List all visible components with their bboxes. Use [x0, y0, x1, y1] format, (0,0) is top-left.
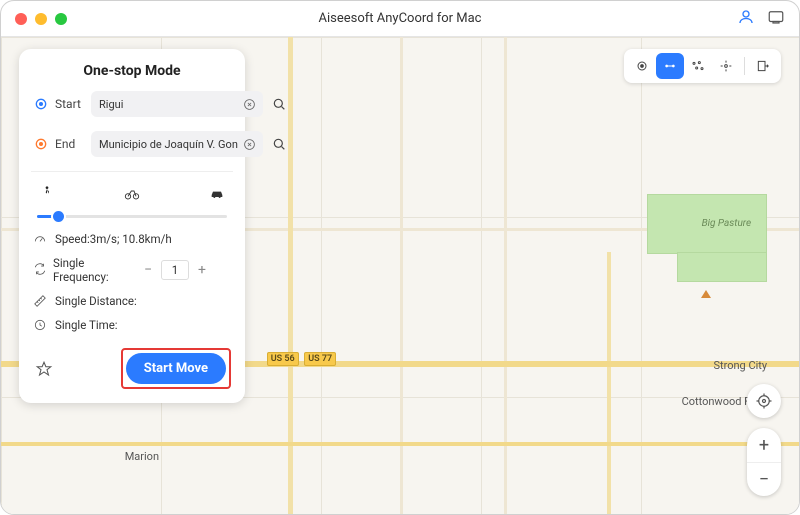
highway-shield: US 56	[267, 352, 299, 366]
map-city-label: Marion	[125, 450, 159, 463]
zoom-in-button[interactable]: +	[747, 428, 781, 462]
highway-shield: US 77	[304, 352, 336, 366]
map-road	[1, 442, 799, 446]
zoom-group: + −	[747, 428, 781, 496]
favorite-icon[interactable]	[33, 358, 55, 380]
window-title: Aiseesoft AnyCoord for Mac	[1, 11, 799, 26]
window-maximize-button[interactable]	[55, 13, 67, 25]
end-input[interactable]	[99, 138, 239, 151]
mode-toolbar	[624, 49, 781, 83]
end-clear-icon[interactable]	[239, 134, 259, 154]
mode-modify-location-button[interactable]	[628, 53, 656, 79]
time-row: Single Time:	[33, 318, 231, 332]
mode-joystick-button[interactable]	[712, 53, 740, 79]
frequency-value[interactable]: 1	[161, 260, 189, 280]
end-pin-icon	[33, 136, 49, 152]
titlebar-actions	[737, 8, 785, 30]
app-window: Aiseesoft AnyCoord for Mac Big Pasture U…	[0, 0, 800, 515]
travel-car-icon[interactable]	[207, 184, 227, 202]
frequency-label: Single Frequency:	[53, 256, 133, 284]
map-city-label: Strong City	[713, 359, 767, 372]
travel-bike-icon[interactable]	[122, 184, 142, 202]
start-move-highlight: Start Move	[121, 348, 231, 389]
speed-slider[interactable]	[33, 210, 231, 222]
frequency-decrement-button[interactable]: −	[139, 261, 157, 279]
account-icon[interactable]	[737, 8, 755, 30]
map-park	[677, 252, 767, 282]
start-input-wrap	[91, 91, 263, 117]
end-search-icon[interactable]	[271, 134, 287, 154]
window-minimize-button[interactable]	[35, 13, 47, 25]
panel-separator	[31, 171, 233, 172]
mode-multi-stop-button[interactable]	[684, 53, 712, 79]
ruler-icon	[33, 294, 47, 308]
start-search-icon[interactable]	[271, 94, 287, 114]
recenter-button[interactable]	[747, 384, 781, 418]
map-canvas[interactable]: Big Pasture US 56 US 77 Marion Strong Ci…	[1, 37, 799, 514]
speed-thumb[interactable]	[53, 211, 64, 222]
time-label: Single Time:	[55, 318, 118, 332]
traffic-lights	[15, 13, 67, 25]
speed-track	[37, 215, 227, 218]
export-button[interactable]	[749, 53, 777, 79]
travel-walk-icon[interactable]	[37, 184, 57, 202]
repeat-icon	[33, 262, 47, 279]
start-input[interactable]	[99, 98, 239, 111]
window-close-button[interactable]	[15, 13, 27, 25]
panel-footer: Start Move	[33, 348, 231, 389]
start-move-button[interactable]: Start Move	[126, 353, 226, 384]
travel-mode-row	[33, 184, 231, 202]
distance-label: Single Distance:	[55, 294, 137, 308]
one-stop-panel: One-stop Mode Start	[19, 49, 245, 403]
map-road	[607, 252, 611, 514]
end-field: End	[33, 129, 231, 159]
zoom-controls: + −	[747, 384, 781, 496]
start-label: Start	[55, 97, 85, 111]
speed-text: Speed:3m/s; 10.8km/h	[55, 232, 172, 246]
end-input-wrap	[91, 131, 263, 157]
start-clear-icon[interactable]	[239, 94, 259, 114]
feedback-icon[interactable]	[767, 8, 785, 30]
speed-row: Speed:3m/s; 10.8km/h	[33, 232, 231, 246]
toolbar-divider	[744, 57, 745, 75]
frequency-row: Single Frequency: − 1 +	[33, 256, 231, 284]
frequency-increment-button[interactable]: +	[193, 261, 211, 279]
mode-one-stop-button[interactable]	[656, 53, 684, 79]
clock-icon	[33, 318, 47, 332]
start-field: Start	[33, 89, 231, 119]
end-label: End	[55, 137, 85, 151]
zoom-out-button[interactable]: −	[747, 462, 781, 496]
distance-row: Single Distance:	[33, 294, 231, 308]
panel-title: One-stop Mode	[33, 63, 231, 79]
start-pin-icon	[33, 96, 49, 112]
gauge-icon	[33, 232, 47, 246]
frequency-stepper: − 1 +	[139, 260, 211, 280]
map-poi-icon	[701, 290, 711, 298]
map-park-label: Big Pasture	[702, 218, 752, 229]
titlebar: Aiseesoft AnyCoord for Mac	[1, 1, 799, 37]
